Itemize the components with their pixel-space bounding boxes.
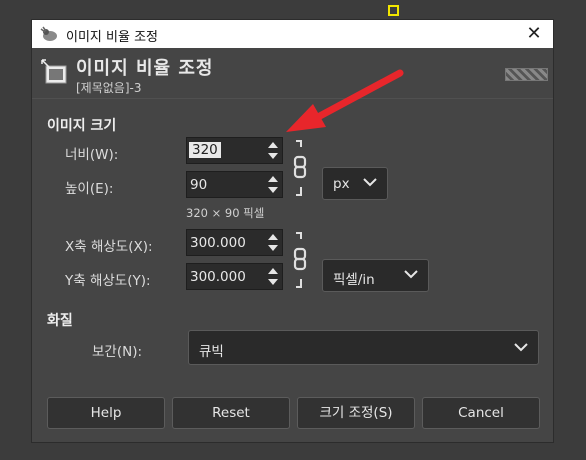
annotation-arrow: [286, 69, 404, 132]
